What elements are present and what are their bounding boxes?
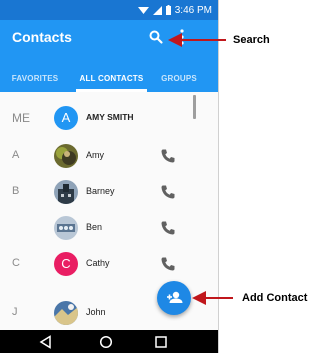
status-time: 3:46 PM: [174, 4, 212, 16]
list-item-me[interactable]: ME A AMY SMITH: [0, 100, 218, 136]
wifi-icon: [137, 6, 149, 14]
status-bar: 3:46 PM: [0, 0, 218, 20]
contact-name: John: [86, 307, 106, 317]
contact-photo: [54, 144, 78, 168]
section-letter: J: [12, 306, 18, 318]
add-person-icon: [167, 291, 183, 303]
section-letter: ME: [12, 111, 30, 125]
avatar: C: [54, 252, 78, 276]
contact-photo: [54, 180, 78, 204]
contact-name: Barney: [86, 186, 115, 196]
navigation-bar: [0, 330, 218, 353]
avatar: [54, 216, 78, 240]
tab-all-contacts[interactable]: ALL CONTACTS: [76, 65, 147, 92]
contact-photo: [54, 301, 78, 325]
tab-bar: FAVORITES ALL CONTACTS GROUPS: [0, 65, 218, 92]
contact-photo: [54, 216, 78, 240]
phone-icon[interactable]: [160, 184, 176, 200]
contact-name: Cathy: [86, 258, 110, 268]
contact-name: Ben: [86, 222, 103, 232]
search-callout-arrow: [168, 33, 226, 47]
phone-icon[interactable]: [160, 148, 176, 164]
avatar-letter: C: [61, 256, 71, 271]
tab-favorites[interactable]: FAVORITES: [4, 65, 66, 92]
add-contact-button[interactable]: [157, 281, 191, 315]
phone-icon[interactable]: [160, 220, 176, 236]
list-item[interactable]: Ben: [0, 210, 218, 246]
section-letter: C: [12, 257, 20, 269]
list-item[interactable]: B Barney: [0, 174, 218, 210]
list-item[interactable]: A Amy: [0, 138, 218, 174]
battery-icon: [165, 5, 171, 15]
contact-name: Amy: [86, 150, 104, 160]
add-contact-callout-arrow: [192, 291, 233, 305]
search-callout-label: Search: [233, 34, 270, 46]
home-circle-icon[interactable]: [98, 334, 114, 350]
tab-groups[interactable]: GROUPS: [154, 65, 204, 92]
scrollbar[interactable]: [193, 95, 196, 119]
section-letter: B: [12, 185, 20, 197]
avatar: [54, 301, 78, 325]
search-icon[interactable]: [148, 29, 164, 45]
back-triangle-icon[interactable]: [38, 334, 54, 350]
app-title: Contacts: [12, 29, 72, 45]
avatar: [54, 180, 78, 204]
phone-screen: 3:46 PM Contacts FAVORITES ALL CONTACTS …: [0, 0, 219, 353]
status-icons: 3:46 PM: [137, 3, 212, 17]
list-item[interactable]: C C Cathy: [0, 246, 218, 282]
avatar-letter: A: [61, 110, 71, 125]
section-letter: A: [12, 149, 20, 161]
avatar: A: [54, 106, 78, 130]
contact-name: AMY SMITH: [86, 112, 134, 122]
phone-icon[interactable]: [160, 256, 176, 272]
avatar: [54, 144, 78, 168]
add-contact-callout-label: Add Contact: [242, 292, 308, 304]
recents-square-icon[interactable]: [153, 334, 169, 350]
signal-icon: [152, 5, 162, 15]
